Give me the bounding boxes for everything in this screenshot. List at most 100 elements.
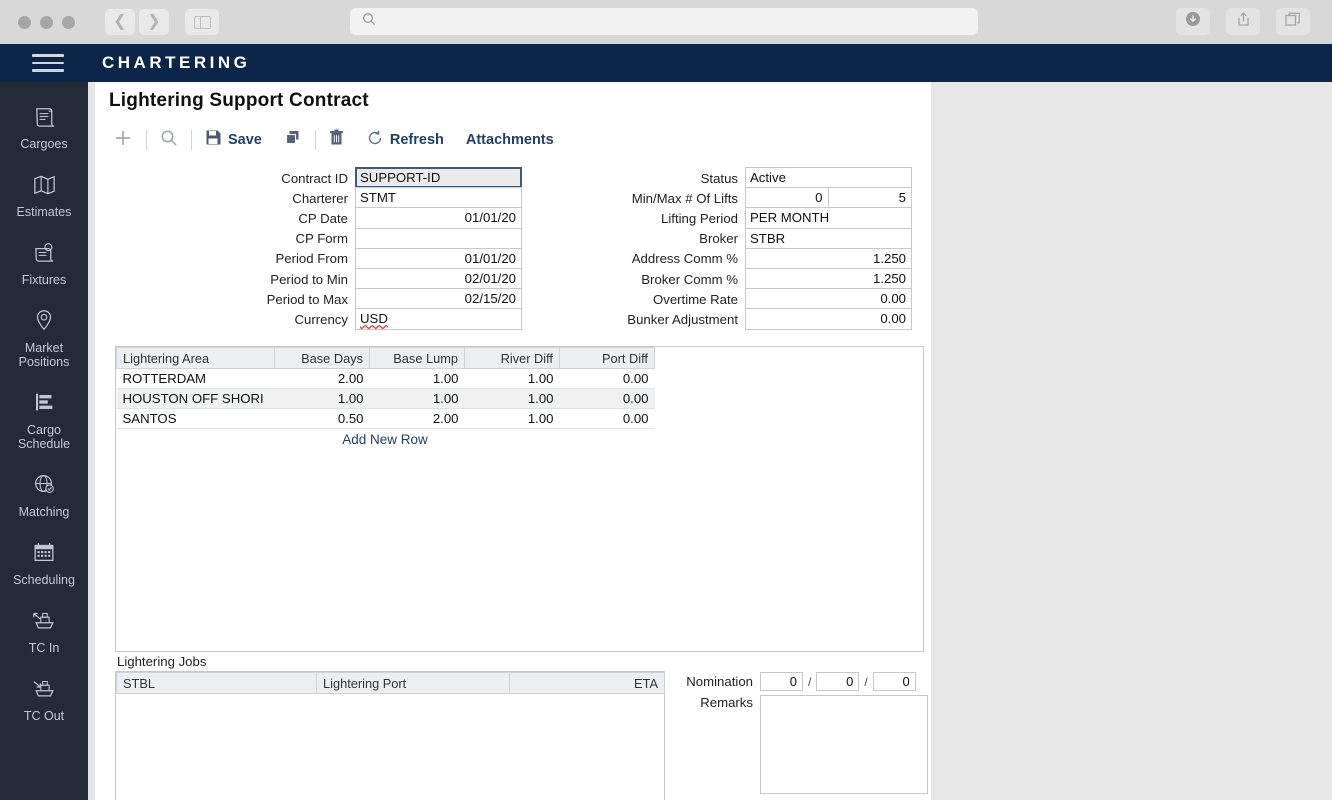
sidebar-item-fixtures[interactable]: Fixtures [0,228,88,296]
broker-input[interactable]: STBR [745,228,912,249]
cell-port-diff[interactable]: 0.00 [560,389,655,409]
sidebar-item-tc-in[interactable]: TC In [0,596,88,664]
search-icon [160,129,178,152]
delete-button[interactable] [329,129,344,151]
column-header-river-diff[interactable]: River Diff [465,348,560,369]
table-row[interactable]: HOUSTON OFF SHORI 1.00 1.00 1.00 0.00 [117,389,655,409]
field-cp-date: CP Date 01/01/20 [210,208,522,228]
field-min-max-lifts: Min/Max # Of Lifts 0 5 [605,188,912,208]
contract-id-input[interactable]: SUPPORT-ID [355,167,522,188]
cell-area[interactable]: HOUSTON OFF SHORI [117,389,275,409]
nomination-input-1[interactable]: 0 [760,672,803,691]
app-title: CHARTERING [102,53,250,73]
nomination-input-2[interactable]: 0 [816,672,859,691]
field-label: Broker [605,229,745,249]
period-to-min-input[interactable]: 02/01/20 [355,268,522,289]
currency-input[interactable]: USD [355,308,522,329]
attachments-button[interactable]: Attachments [466,132,554,148]
column-header-base-days[interactable]: Base Days [275,348,370,369]
column-header-base-lump[interactable]: Base Lump [370,348,465,369]
cell-base-days[interactable]: 2.00 [275,369,370,389]
back-button[interactable]: ❮ [105,9,135,35]
share-icon [1236,11,1251,32]
remarks-row: Remarks [670,695,928,794]
status-input[interactable]: Active [745,167,912,188]
sidebar-item-label: Estimates [17,205,72,219]
period-from-input[interactable]: 01/01/20 [355,248,522,269]
column-header-port-diff[interactable]: Port Diff [560,348,655,369]
overtime-rate-input[interactable]: 0.00 [745,288,912,309]
copy-button[interactable] [284,129,302,151]
sidebar-item-market-positions[interactable]: Market Positions [0,296,88,378]
sidebar-item-estimates[interactable]: Estimates [0,160,88,228]
sidebar-item-matching[interactable]: Matching [0,460,88,528]
table-row[interactable]: SANTOS 0.50 2.00 1.00 0.00 [117,409,655,429]
sidebar-item-label: Cargo Schedule [2,423,86,451]
cp-form-input[interactable] [355,228,522,249]
cell-port-diff[interactable]: 0.00 [560,409,655,429]
field-period-from: Period From 01/01/20 [210,249,522,269]
address-search-bar[interactable] [350,8,978,35]
nomination-input-3[interactable]: 0 [873,672,916,691]
save-button[interactable]: Save [205,129,262,151]
table-row[interactable]: ROTTERDAM 2.00 1.00 1.00 0.00 [117,369,655,389]
share-button[interactable] [1226,8,1260,35]
column-header-eta[interactable]: ETA [510,673,665,694]
broker-comm-input[interactable]: 1.250 [745,268,912,289]
charterer-input[interactable]: STMT [355,187,522,208]
cell-river-diff[interactable]: 1.00 [465,409,560,429]
close-window-button[interactable] [18,16,31,29]
hamburger-menu-icon[interactable] [32,54,64,72]
map-pin-icon [31,305,57,335]
app-header: CHARTERING [0,44,1332,82]
cell-port-diff[interactable]: 0.00 [560,369,655,389]
cell-base-lump[interactable]: 1.00 [370,389,465,409]
max-lifts-input[interactable]: 5 [829,187,913,208]
download-button[interactable] [1176,8,1210,35]
tabs-button[interactable] [1276,8,1310,35]
add-new-row-link[interactable]: Add New Row [116,429,654,447]
forward-button[interactable]: ❯ [139,9,169,35]
sidebar-item-cargoes[interactable]: Cargoes [0,92,88,160]
sidebar-item-scheduling[interactable]: Scheduling [0,528,88,596]
cell-base-lump[interactable]: 1.00 [370,369,465,389]
maximize-window-button[interactable] [62,16,75,29]
column-header-lightering-area[interactable]: Lightering Area [117,348,275,369]
cp-date-input[interactable]: 01/01/20 [355,207,522,228]
cell-river-diff[interactable]: 1.00 [465,369,560,389]
min-lifts-input[interactable]: 0 [745,187,829,208]
toolbar-divider [146,130,147,150]
field-broker-comm: Broker Comm % 1.250 [605,269,912,289]
remarks-textarea[interactable] [760,695,928,794]
cell-area[interactable]: ROTTERDAM [117,369,275,389]
sidebar-toggle-button[interactable] [185,9,219,35]
cell-base-days[interactable]: 0.50 [275,409,370,429]
field-label: Period to Min [210,269,355,289]
lifting-period-input[interactable]: PER MONTH [745,207,912,228]
remarks-label: Remarks [670,695,760,794]
cell-area[interactable]: SANTOS [117,409,275,429]
search-record-button[interactable] [160,129,178,152]
address-comm-input[interactable]: 1.250 [745,248,912,269]
period-to-max-input[interactable]: 02/15/20 [355,288,522,309]
field-label: Min/Max # Of Lifts [605,188,745,208]
sidebar-item-label: TC In [29,641,60,655]
cell-base-lump[interactable]: 2.00 [370,409,465,429]
column-header-lightering-port[interactable]: Lightering Port [317,673,510,694]
minimize-window-button[interactable] [40,16,53,29]
refresh-button[interactable]: Refresh [366,129,444,152]
browser-chrome: ❮ ❯ [0,0,1332,44]
cell-base-days[interactable]: 1.00 [275,389,370,409]
bunker-adjustment-input[interactable]: 0.00 [745,308,912,329]
field-label: Period to Max [210,289,355,309]
field-label: Address Comm % [605,249,745,269]
nomination-section: Nomination 0 / 0 / 0 Remarks [670,671,928,794]
new-record-button[interactable] [113,128,133,153]
column-header-stbl[interactable]: STBL [117,673,317,694]
cell-river-diff[interactable]: 1.00 [465,389,560,409]
sidebar-item-tc-out[interactable]: TC Out [0,664,88,732]
lightering-area-table: Lightering Area Base Days Base Lump Rive… [116,347,655,429]
sidebar-item-cargo-schedule[interactable]: Cargo Schedule [0,378,88,460]
field-broker: Broker STBR [605,229,912,249]
lightering-jobs-panel: STBL Lightering Port ETA [115,671,665,800]
